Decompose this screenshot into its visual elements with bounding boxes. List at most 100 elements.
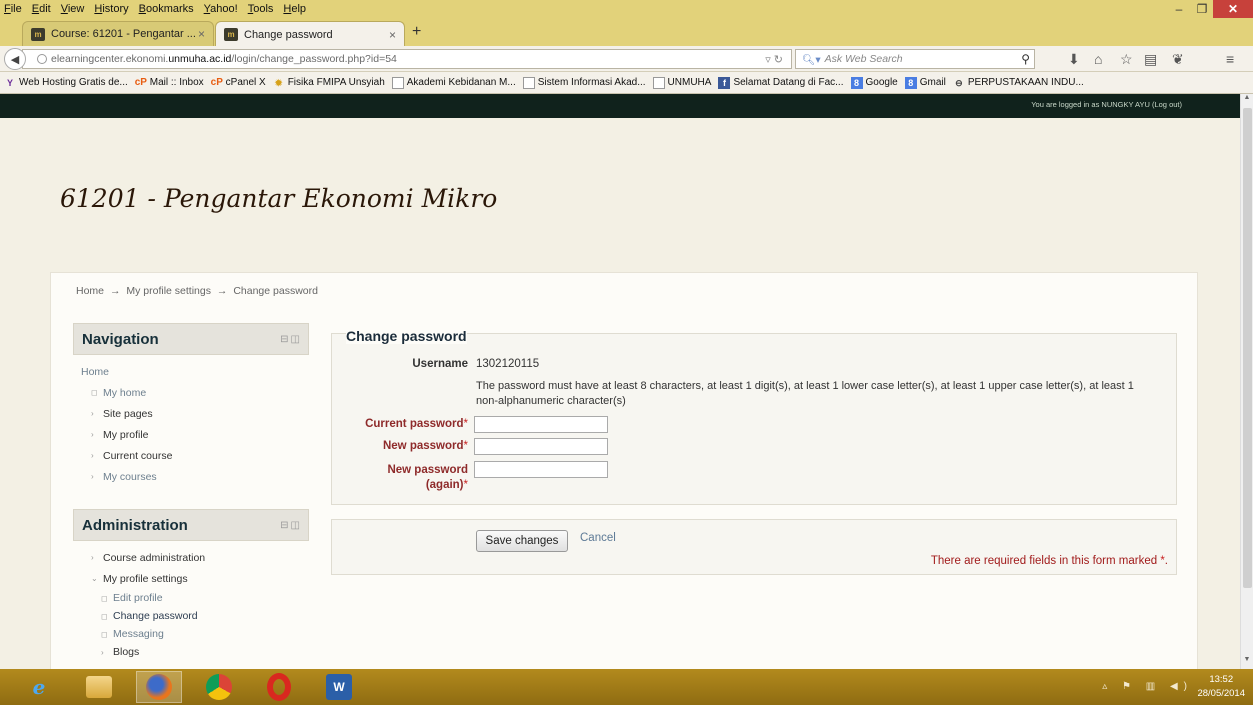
nav-item-my-profile[interactable]: › My profile <box>81 424 309 445</box>
nav-item-my-home[interactable]: ◻ My home <box>81 382 309 403</box>
admin-item-messaging[interactable]: ◻ Messaging <box>81 625 309 643</box>
save-changes-button[interactable]: Save changes <box>476 530 568 552</box>
bookmarks-list-icon[interactable]: ▤ <box>1144 51 1157 68</box>
nav-item-current-course[interactable]: › Current course <box>81 445 309 466</box>
clock-date: 28/05/2014 <box>1197 688 1245 699</box>
search-box[interactable]: 🔍︎▾ Ask Web Search ⚲ <box>795 49 1035 69</box>
bookmark-item[interactable]: Akademi Kebidanan M... <box>391 76 516 89</box>
menu-bookmarks[interactable]: Bookmarks <box>139 3 194 15</box>
taskbar-firefox[interactable] <box>136 671 182 703</box>
block-dock-icon[interactable]: ⊟◫ <box>280 334 302 345</box>
taskbar-opera[interactable] <box>256 671 302 703</box>
admin-item-course-administration[interactable]: › Course administration <box>81 547 309 568</box>
admin-item-change-password[interactable]: ◻ Change password <box>81 607 309 625</box>
bookmark-item[interactable]: 8 Gmail <box>904 76 946 89</box>
current-password-field[interactable] <box>474 416 608 433</box>
menu-help[interactable]: Help <box>283 3 306 15</box>
new-password-again-label: New password (again)* <box>387 464 468 491</box>
change-password-fieldset: Change password Username 1302120115 The … <box>331 328 1177 505</box>
new-tab-button[interactable]: + <box>412 23 421 41</box>
chevron-down-icon: ⌄ <box>91 574 98 583</box>
cancel-link[interactable]: Cancel <box>580 532 616 544</box>
scroll-thumb[interactable] <box>1243 108 1252 588</box>
maximize-button[interactable]: ❐ <box>1191 0 1213 18</box>
bookmark-star-icon[interactable]: ☆ <box>1120 51 1133 68</box>
menu-yahoo[interactable]: Yahoo! <box>204 3 238 15</box>
pocket-icon[interactable]: ❦ <box>1172 51 1184 68</box>
search-engine-icon[interactable]: 🔍︎▾ <box>802 53 821 66</box>
tab-label: Change password <box>244 28 333 41</box>
taskbar-file-explorer[interactable] <box>76 671 122 703</box>
bookmark-item[interactable]: ⊖ PERPUSTAKAAN INDU... <box>953 77 1084 89</box>
block-dock-icon[interactable]: ⊟◫ <box>280 520 302 531</box>
taskbar-word[interactable]: W <box>316 671 362 703</box>
bookmark-item[interactable]: ✹ Fisika FMIPA Unsyiah <box>273 77 385 89</box>
required-fields-note: There are required fields in this form m… <box>930 555 1168 567</box>
url-bar[interactable]: elearningcenter.ekonomi. unmuha.ac.id/log… <box>22 49 792 69</box>
new-password-again-field[interactable] <box>474 461 608 478</box>
back-button[interactable]: ◀ <box>4 48 26 70</box>
admin-item-my-profile-settings[interactable]: ⌄ My profile settings <box>81 568 309 589</box>
page-icon <box>652 76 665 89</box>
clock[interactable]: 13:52 28/05/2014 <box>1197 673 1245 701</box>
nav-item-my-courses[interactable]: › My courses <box>81 466 309 487</box>
taskbar-chrome[interactable] <box>196 671 242 703</box>
nav-item-home[interactable]: Home <box>81 361 309 382</box>
bookmark-item[interactable]: f Selamat Datang di Fac... <box>718 76 844 89</box>
download-icon[interactable]: ⬇ <box>1068 51 1080 68</box>
home-icon[interactable]: ⌂ <box>1094 51 1102 67</box>
bookmark-item[interactable]: cP Mail :: Inbox <box>135 77 204 89</box>
taskbar-ie[interactable]: e <box>16 671 62 703</box>
menu-file[interactable]: File <box>4 3 22 15</box>
chrome-icon <box>206 674 232 700</box>
breadcrumb-separator: → <box>216 285 228 297</box>
tab-course[interactable]: m Course: 61201 - Pengantar ... × <box>22 21 214 46</box>
facebook-icon: f <box>718 76 731 89</box>
menu-edit[interactable]: Edit <box>32 3 51 15</box>
reload-icon[interactable]: ▿ ↻ <box>765 53 783 66</box>
clock-time: 13:52 <box>1209 674 1234 685</box>
page-bullet-icon: ◻ <box>101 629 108 639</box>
bookmark-item[interactable]: UNMUHA <box>652 76 711 89</box>
menu-view[interactable]: View <box>61 3 85 15</box>
tab-close-icon[interactable]: × <box>389 28 396 42</box>
current-password-label: Current password* <box>365 418 468 430</box>
minimize-button[interactable]: – <box>1167 0 1191 18</box>
required-star: * <box>463 440 468 452</box>
breadcrumb-current: Change password <box>233 285 318 297</box>
url-domain: unmuha.ac.id <box>168 53 232 65</box>
breadcrumb-home[interactable]: Home <box>76 285 104 297</box>
menu-history[interactable]: History <box>94 3 128 15</box>
star-icon: ✹ <box>274 77 283 88</box>
bookmark-item[interactable]: Y Web Hosting Gratis de... <box>4 77 128 89</box>
login-info[interactable]: You are logged in as NUNGKY AYU (Log out… <box>1031 100 1182 109</box>
nav-item-site-pages[interactable]: › Site pages <box>81 403 309 424</box>
tab-close-icon[interactable]: × <box>198 27 205 41</box>
menu-tools[interactable]: Tools <box>248 3 274 15</box>
scroll-down-icon[interactable]: ▼ <box>1241 656 1253 669</box>
admin-item-edit-profile[interactable]: ◻ Edit profile <box>81 589 309 607</box>
bookmark-item[interactable]: 8 Google <box>850 76 898 89</box>
menu-bar: File Edit View History Bookmarks Yahoo! … <box>0 0 1253 18</box>
search-icon[interactable]: ⚲ <box>1021 52 1030 66</box>
close-window-button[interactable]: ✕ <box>1213 0 1253 18</box>
scroll-up-icon[interactable]: ▲ <box>1241 94 1253 107</box>
bookmark-item[interactable]: cP cPanel X <box>211 77 266 89</box>
tab-change-password[interactable]: m Change password × <box>215 21 405 47</box>
cp-icon: cP <box>210 76 223 88</box>
administration-block-header: Administration ⊟◫ <box>73 509 309 541</box>
cp-icon: cP <box>134 76 147 88</box>
new-password-field[interactable] <box>474 438 608 455</box>
breadcrumb-profile-settings[interactable]: My profile settings <box>126 285 211 297</box>
bookmarks-toolbar: Y Web Hosting Gratis de... cP Mail :: Inbo… <box>0 72 1253 94</box>
menu-icon[interactable]: ≡ <box>1226 51 1234 67</box>
bookmark-item[interactable]: Sistem Informasi Akad... <box>522 76 646 89</box>
search-placeholder: Ask Web Search <box>824 53 903 65</box>
system-tray[interactable]: ▵ ⚑ ▥ ◀) <box>1102 681 1193 692</box>
admin-item-blogs[interactable]: › Blogs <box>81 643 309 661</box>
chevron-right-icon: › <box>91 451 94 460</box>
page-bullet-icon: ◻ <box>91 388 98 397</box>
moodle-header-bar: You are logged in as NUNGKY AYU (Log out… <box>0 94 1240 118</box>
site-identity-icon[interactable] <box>37 54 47 64</box>
page-scrollbar[interactable]: ▲ ▼ <box>1240 94 1253 669</box>
